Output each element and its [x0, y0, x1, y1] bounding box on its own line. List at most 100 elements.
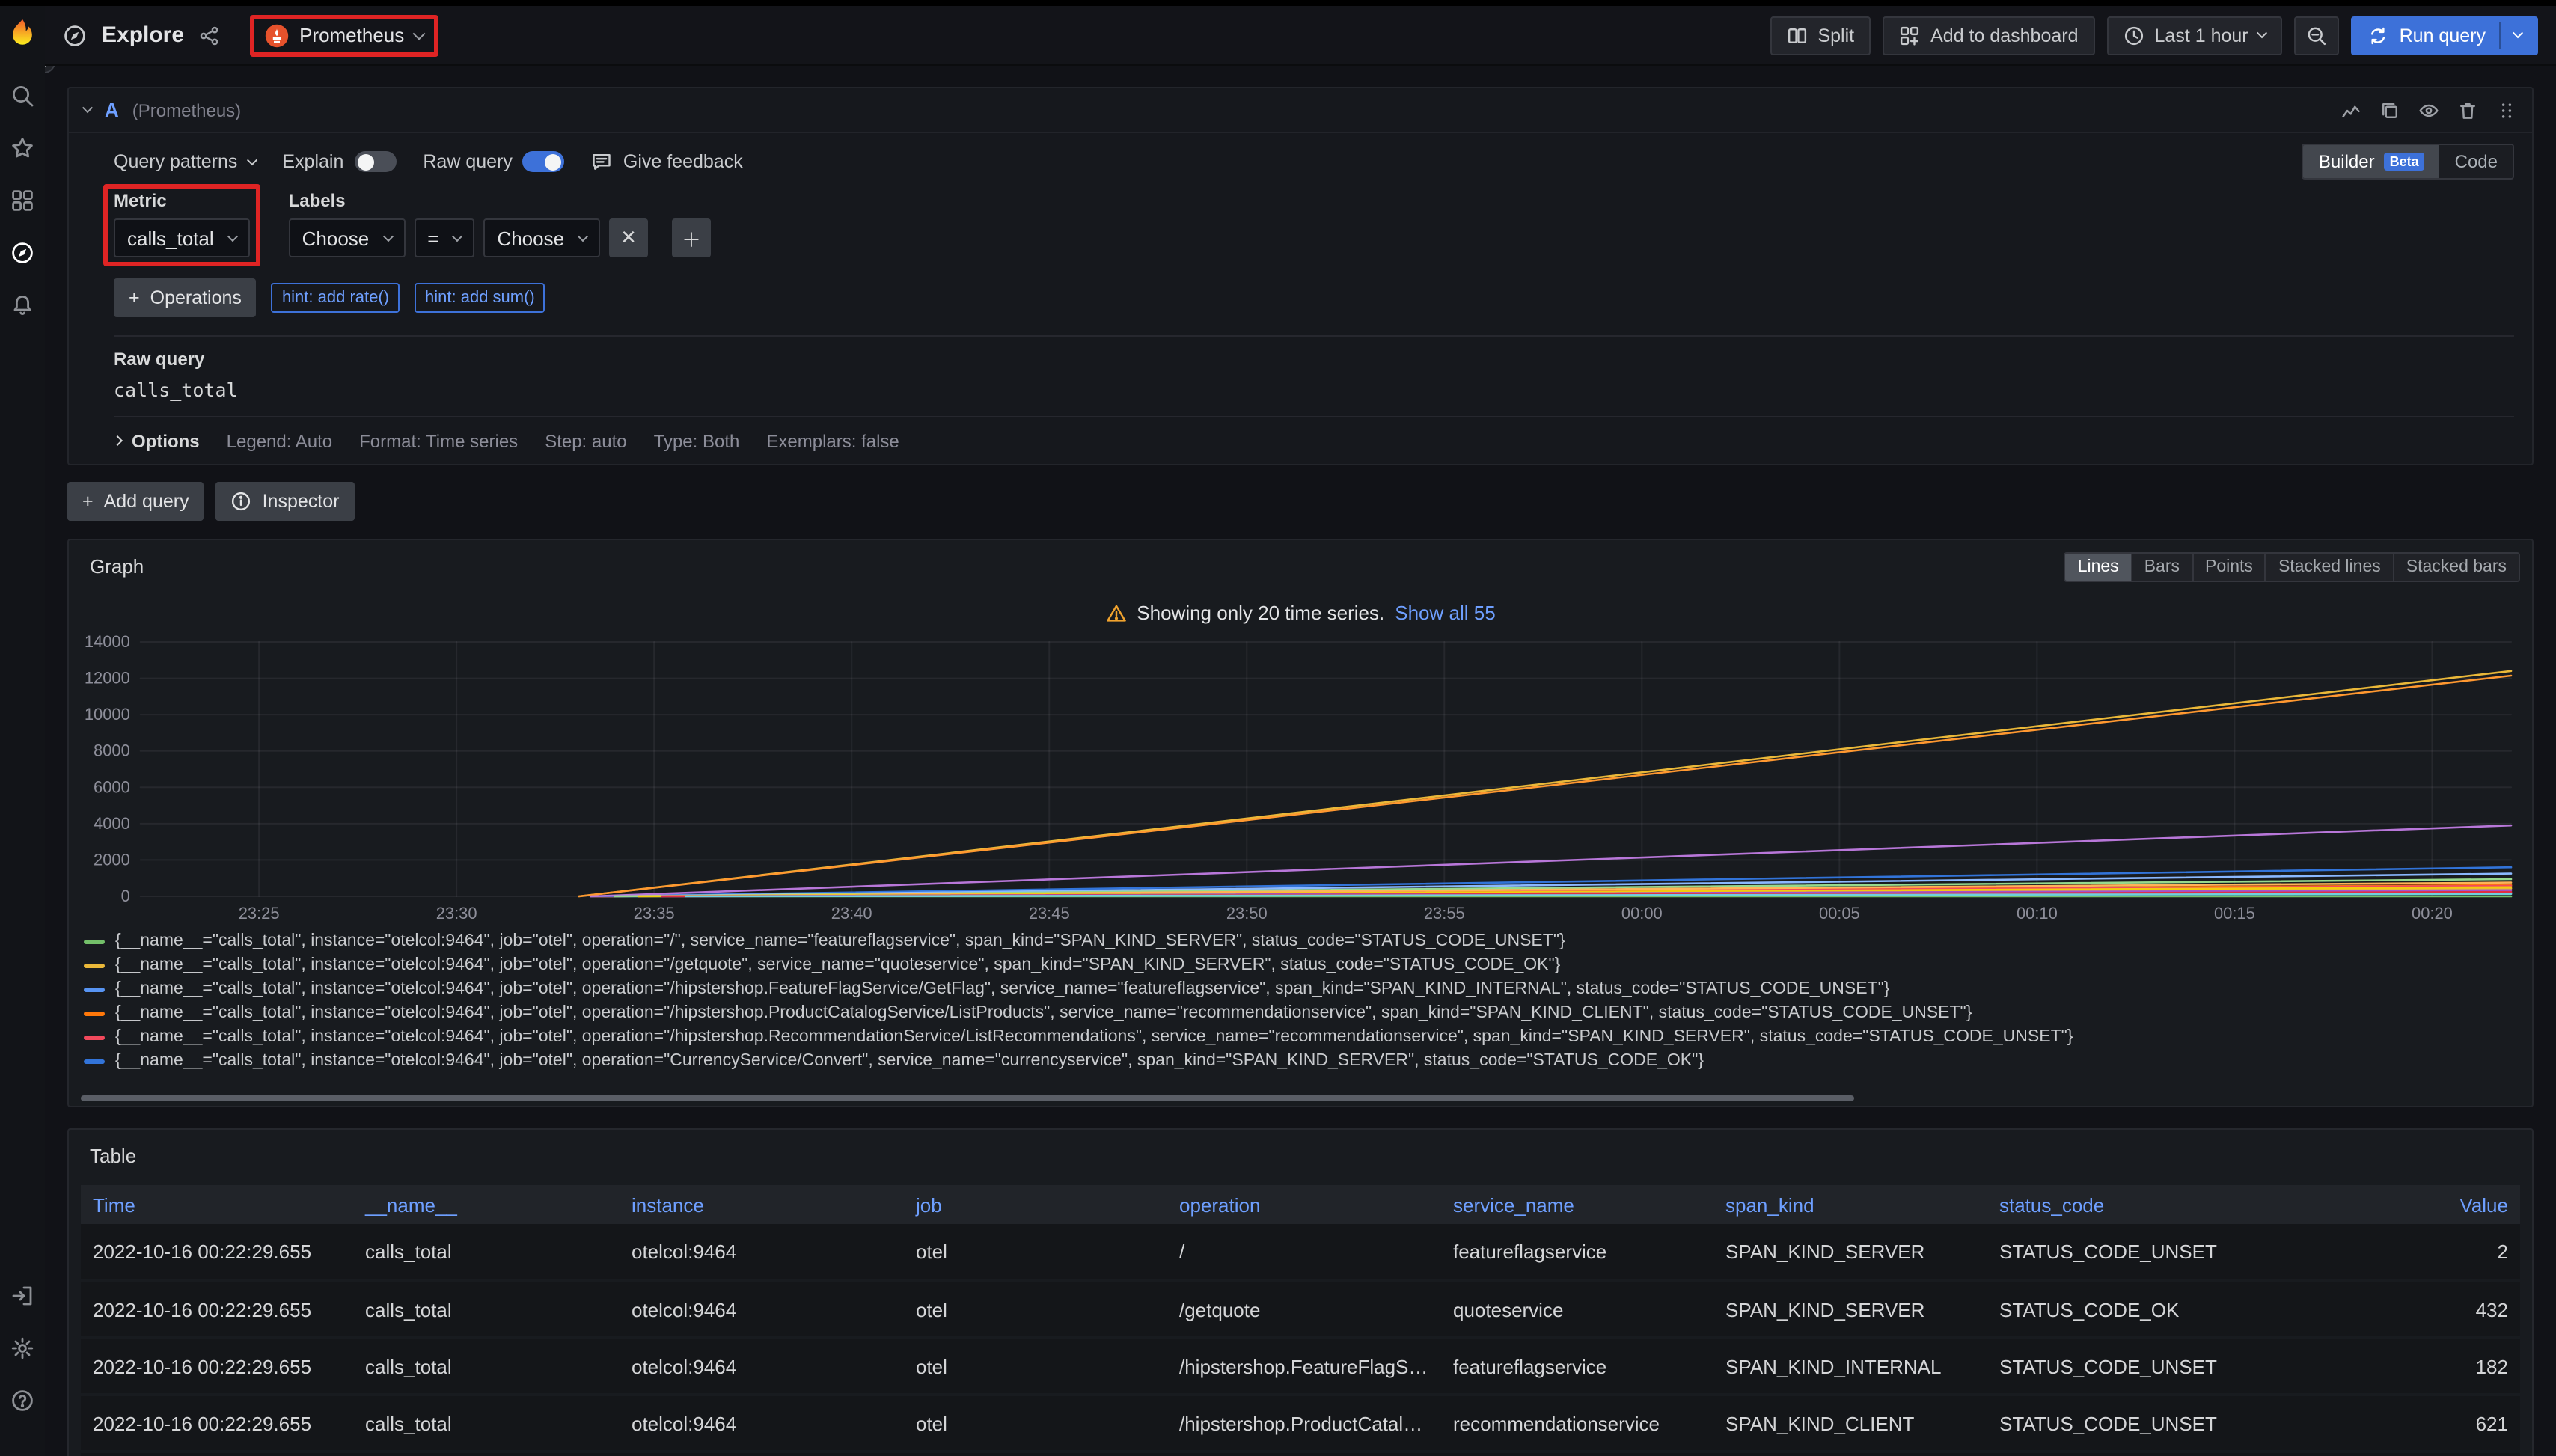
- add-to-dashboard-button[interactable]: Add to dashboard: [1883, 16, 2094, 55]
- hint-add-rate[interactable]: hint: add rate(): [272, 283, 400, 313]
- zoom-out-icon: [2307, 25, 2328, 46]
- graph-mode-bars[interactable]: Bars: [2131, 553, 2192, 580]
- options-summary-item: Step: auto: [545, 430, 626, 451]
- info-circle-icon: [231, 491, 252, 512]
- sidebar-item-configuration[interactable]: [10, 1336, 34, 1360]
- legend-label: {__name__="calls_total", instance="otelc…: [115, 980, 1889, 998]
- explain-toggle[interactable]: [354, 151, 396, 172]
- table-cell: STATUS_CODE_UNSET: [1987, 1224, 2254, 1281]
- query-row-actions: [2341, 100, 2517, 120]
- table-cell: [2254, 1452, 2520, 1456]
- column-header-name[interactable]: __name__: [353, 1185, 620, 1224]
- sidebar-item-search[interactable]: [10, 84, 34, 108]
- collapse-chevron-icon[interactable]: [82, 103, 93, 113]
- table-panel-title[interactable]: Table: [81, 1139, 145, 1173]
- sign-in-icon: [10, 1284, 34, 1308]
- table-row[interactable]: 2022-10-16 00:22:29.655calls_totalotelco…: [81, 1281, 2520, 1338]
- legend-item[interactable]: {__name__="calls_total", instance="otelc…: [84, 953, 2520, 977]
- help-icon: [10, 1389, 34, 1413]
- add-query-button[interactable]: +Add query: [67, 482, 204, 521]
- zoom-out-button[interactable]: [2295, 16, 2340, 55]
- eye-icon[interactable]: [2418, 100, 2439, 120]
- column-header-instance[interactable]: instance: [620, 1185, 904, 1224]
- table-row[interactable]: 2022-10-16 00:22:29.655calls_totalotelco…: [81, 1395, 2520, 1452]
- table-cell: STATUS_CODE_OK: [1987, 1281, 2254, 1338]
- time-range-picker[interactable]: Last 1 hour: [2107, 16, 2283, 55]
- table-row[interactable]: 2022-10-16 00:22:29.655calls_totalotelco…: [81, 1224, 2520, 1281]
- hint-add-sum[interactable]: hint: add sum(): [415, 283, 545, 313]
- legend-item[interactable]: {__name__="calls_total", instance="otelc…: [84, 929, 2520, 953]
- graph-mode-lines[interactable]: Lines: [2066, 553, 2131, 580]
- graph-panel-header: Graph LinesBarsPointsStacked linesStacke…: [81, 549, 2520, 584]
- grafana-logo-icon[interactable]: [6, 18, 39, 51]
- legend-color-mark: [84, 1059, 105, 1063]
- legend-item[interactable]: {__name__="calls_total", instance="otelc…: [84, 1001, 2520, 1025]
- options-collapser[interactable]: Options: [114, 430, 200, 451]
- sidebar-bottom-group: [10, 1284, 34, 1456]
- query-row-header[interactable]: A (Prometheus): [69, 88, 2532, 133]
- metric-labels-row: Metric calls_total Labels Choose: [114, 190, 2514, 257]
- query-patterns-dropdown[interactable]: Query patterns: [114, 151, 255, 172]
- table-cell: 182: [2254, 1338, 2520, 1395]
- legend-item[interactable]: {__name__="calls_total", instance="otelc…: [84, 1025, 2520, 1049]
- sidebar-item-help[interactable]: [10, 1389, 34, 1413]
- legend-item[interactable]: {__name__="calls_total", instance="otelc…: [84, 1049, 2520, 1073]
- inspector-button[interactable]: Inspector: [216, 482, 355, 521]
- graph-mode-stacked-lines[interactable]: Stacked lines: [2265, 553, 2393, 580]
- graph-canvas[interactable]: 0200040006000800010000120001400023:2523:…: [81, 633, 2520, 926]
- warning-triangle-icon: [1105, 602, 1126, 623]
- sidebar-item-explore[interactable]: [10, 241, 34, 265]
- show-all-series-link[interactable]: Show all 55: [1395, 602, 1495, 624]
- svg-text:10000: 10000: [85, 705, 130, 724]
- sidebar-item-starred[interactable]: [10, 136, 34, 160]
- label-operator-select[interactable]: =: [414, 218, 474, 257]
- graph-mode-stacked-bars[interactable]: Stacked bars: [2393, 553, 2519, 580]
- column-header-statuscode[interactable]: status_code: [1987, 1185, 2254, 1224]
- run-query-button[interactable]: Run query: [2352, 16, 2538, 55]
- warning-text: Showing only 20 time series.: [1137, 602, 1384, 624]
- table-row[interactable]: 2022-10-16 00:22:29.655calls_totalotelco…: [81, 1452, 2520, 1456]
- operations-button[interactable]: +Operations: [114, 278, 257, 317]
- table-row[interactable]: 2022-10-16 00:22:29.655calls_totalotelco…: [81, 1338, 2520, 1395]
- query-toolbar: Query patterns Explain Raw query Give fe…: [114, 142, 2514, 181]
- table-cell: /hipstershop.Recommendation...: [1167, 1452, 1441, 1456]
- table-cell: featureflagservice: [1441, 1338, 1713, 1395]
- graph-mode-points[interactable]: Points: [2192, 553, 2265, 580]
- datasource-picker[interactable]: Prometheus: [250, 14, 438, 56]
- drag-handle-icon[interactable]: [2496, 100, 2517, 120]
- column-header-value[interactable]: Value: [2254, 1185, 2520, 1224]
- options-summary-item: Type: Both: [654, 430, 740, 451]
- label-value-select[interactable]: Choose: [483, 218, 600, 257]
- column-header-job[interactable]: job: [904, 1185, 1167, 1224]
- split-button[interactable]: Split: [1770, 16, 1871, 55]
- column-header-spankind[interactable]: span_kind: [1713, 1185, 1987, 1224]
- trash-icon[interactable]: [2457, 100, 2478, 120]
- column-header-servicename[interactable]: service_name: [1441, 1185, 1713, 1224]
- remove-label-filter-button[interactable]: ✕: [609, 218, 648, 257]
- column-header-operation[interactable]: operation: [1167, 1185, 1441, 1224]
- table-cell: 2: [2254, 1224, 2520, 1281]
- legend-color-mark: [84, 939, 105, 943]
- raw-query-toggle[interactable]: [523, 151, 565, 172]
- builder-mode-button[interactable]: Builder Beta: [2304, 145, 2440, 178]
- share-icon[interactable]: [199, 25, 220, 46]
- query-history-icon[interactable]: [2341, 100, 2361, 120]
- metric-select[interactable]: calls_total: [114, 218, 250, 257]
- raw-query-section: Raw query calls_total: [114, 335, 2514, 416]
- code-mode-button[interactable]: Code: [2440, 145, 2513, 178]
- column-header-time[interactable]: Time: [81, 1185, 353, 1224]
- explore-header: Explore Prometheus Split Add to dashboar…: [45, 6, 2556, 66]
- add-label-filter-button[interactable]: ＋: [672, 218, 711, 257]
- sidebar-item-dashboards[interactable]: [10, 189, 34, 212]
- copy-icon[interactable]: [2379, 100, 2400, 120]
- give-feedback-link[interactable]: Give feedback: [592, 151, 743, 172]
- page-title: Explore: [102, 22, 184, 48]
- sidebar-item-sign-in[interactable]: [10, 1284, 34, 1308]
- graph-panel-title[interactable]: Graph: [81, 549, 153, 584]
- chevron-down-icon[interactable]: [2513, 28, 2523, 38]
- legend-item[interactable]: {__name__="calls_total", instance="otelc…: [84, 977, 2520, 1001]
- horizontal-scrollbar[interactable]: [81, 1095, 1854, 1101]
- label-name-select[interactable]: Choose: [289, 218, 406, 257]
- table-cell: 2022-10-16 00:22:29.655: [81, 1338, 353, 1395]
- sidebar-item-alerting[interactable]: [10, 293, 34, 317]
